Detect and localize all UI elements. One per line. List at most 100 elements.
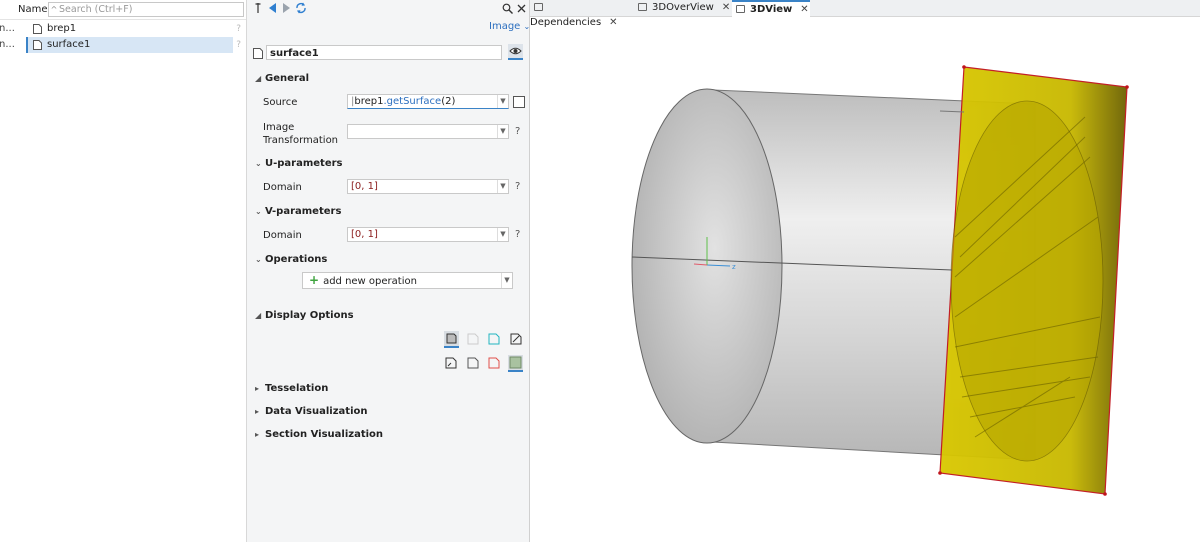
visibility-toggle[interactable] [508, 44, 523, 60]
tab-label: 3DView [750, 4, 793, 15]
source-object: brep1 [354, 96, 384, 107]
surface-file-icon [253, 48, 263, 59]
add-operation-label: add new operation [323, 276, 417, 287]
image-transformation-label: Image Transformation [263, 122, 339, 146]
normals-icon[interactable] [445, 357, 457, 369]
isolines-icon[interactable] [510, 333, 522, 345]
3d-scene[interactable]: z [530, 17, 1200, 542]
tree-item-surface1[interactable]: n... surface1 ? [0, 37, 246, 53]
v-domain-value: [0, 1] [351, 229, 378, 240]
expand-editor-checkbox[interactable] [513, 96, 525, 108]
column-name-header[interactable]: Name [18, 4, 48, 15]
v-domain-label: Domain [263, 230, 302, 241]
surface-file-icon [33, 24, 42, 34]
back-arrow-icon[interactable] [268, 3, 277, 13]
source-input[interactable]: |brep1.getSurface(2) ▼ [347, 94, 509, 109]
transparent-surface-icon[interactable] [467, 333, 479, 345]
source-label: Source [263, 97, 298, 108]
section-title: Data Visualization [265, 406, 368, 417]
help-icon[interactable]: ? [236, 37, 241, 53]
dropdown-icon[interactable]: ▼ [497, 125, 508, 138]
cylinder-near-cap [631, 88, 783, 444]
section-title: V-parameters [265, 206, 342, 217]
search-placeholder: Search (Ctrl+F) [59, 4, 133, 15]
section-title: Display Options [265, 310, 354, 321]
tree-header: Name ^ Search (Ctrl+F) [0, 0, 246, 20]
section-title: General [265, 73, 309, 84]
dropdown-icon[interactable]: ▼ [497, 228, 508, 241]
forward-arrow-icon[interactable] [282, 3, 291, 13]
section-title: Section Visualization [265, 429, 384, 440]
tab-3dview[interactable]: 3DView ✕ [732, 0, 810, 17]
section-operations[interactable]: ⌄ Operations [255, 254, 327, 265]
chevron-down-icon: ⌄ [255, 207, 262, 216]
chevron-right-icon: ▸ [255, 407, 260, 416]
truncated-label: n... [0, 23, 15, 34]
close-tab-icon[interactable]: ✕ [800, 4, 808, 15]
chevron-down-icon: ⌄ [255, 159, 262, 168]
u-domain-label: Domain [263, 182, 302, 193]
textured-surface-icon [509, 356, 522, 369]
scene-tree-panel: Name ^ Search (Ctrl+F) n... brep1 ? n... … [0, 0, 247, 542]
close-icon[interactable] [517, 4, 526, 13]
dropdown-icon[interactable]: ▼ [497, 95, 508, 108]
pin-icon[interactable] [255, 3, 261, 13]
source-arg: (2) [441, 96, 456, 107]
collapse-icon: ◢ [255, 74, 262, 83]
tab-3doverview[interactable]: 3DOverView ✕ [634, 0, 732, 16]
refresh-icon[interactable] [295, 2, 307, 14]
section-u-parameters[interactable]: ⌄ U-parameters [255, 158, 343, 169]
dropdown-icon[interactable]: ▼ [501, 273, 512, 288]
cylinder-far-end [950, 100, 1104, 462]
tab-label: 3DOverView [652, 2, 714, 13]
vertex-point [938, 471, 942, 475]
surface-file-icon [33, 40, 42, 50]
tab-bar: Dependencies ✕ 3DOverView ✕ 3DView ✕ [530, 0, 1200, 28]
section-display-options[interactable]: ◢ Display Options [255, 310, 354, 321]
vertex-point [1125, 85, 1129, 89]
help-icon[interactable]: ? [236, 21, 241, 37]
section-title: Tesselation [265, 383, 329, 394]
tree-item-brep1[interactable]: n... brep1 ? [0, 21, 246, 37]
dropdown-icon[interactable]: ▼ [497, 180, 508, 193]
section-v-parameters[interactable]: ⌄ V-parameters [255, 206, 341, 217]
section-section-visualization[interactable]: ▸ Section Visualization [255, 429, 383, 440]
vertex-point [1103, 492, 1107, 496]
outline-surface-icon[interactable] [467, 357, 479, 369]
search-icon[interactable] [502, 3, 513, 14]
chevron-down-icon: ⌄ [255, 255, 262, 264]
section-title: Operations [265, 254, 328, 265]
add-operation-combo[interactable]: + add new operation ▼ [302, 272, 513, 289]
sort-up-icon: ^ [50, 5, 58, 14]
view-icon [534, 3, 543, 11]
display-shaded-button[interactable] [444, 331, 459, 348]
help-icon[interactable]: ? [515, 229, 520, 240]
section-title: U-parameters [265, 158, 343, 169]
section-tesselation[interactable]: ▸ Tesselation [255, 383, 328, 394]
chevron-right-icon: ▸ [255, 384, 260, 393]
image-menu[interactable]: Image ⌄ [489, 21, 530, 32]
object-name-field[interactable]: surface1 [266, 45, 502, 60]
boundary-red-icon[interactable] [488, 357, 500, 369]
truncated-label: n... [0, 39, 15, 50]
plus-icon: + [309, 273, 320, 287]
close-tab-icon[interactable]: ✕ [722, 2, 730, 13]
u-domain-input[interactable]: [0, 1] ▼ [347, 179, 509, 194]
collapse-icon: ◢ [255, 311, 262, 320]
tab-dependencies[interactable]: Dependencies ✕ [530, 0, 632, 28]
search-input[interactable]: ^ Search (Ctrl+F) [48, 2, 244, 17]
section-general[interactable]: ◢ General [255, 73, 309, 84]
wireframe-cyan-icon[interactable] [488, 333, 500, 345]
shaded-surface-icon [446, 333, 457, 344]
svg-text:z: z [732, 263, 736, 271]
tree-item-label: surface1 [47, 39, 91, 50]
help-icon[interactable]: ? [515, 126, 520, 137]
display-texture-button[interactable] [508, 355, 523, 372]
section-data-visualization[interactable]: ▸ Data Visualization [255, 406, 368, 417]
image-transformation-input[interactable]: ▼ [347, 124, 509, 139]
help-icon[interactable]: ? [515, 181, 520, 192]
vertex-point [962, 65, 966, 69]
source-function: .getSurface [383, 96, 442, 107]
image-menu-label: Image [489, 21, 521, 32]
v-domain-input[interactable]: [0, 1] ▼ [347, 227, 509, 242]
